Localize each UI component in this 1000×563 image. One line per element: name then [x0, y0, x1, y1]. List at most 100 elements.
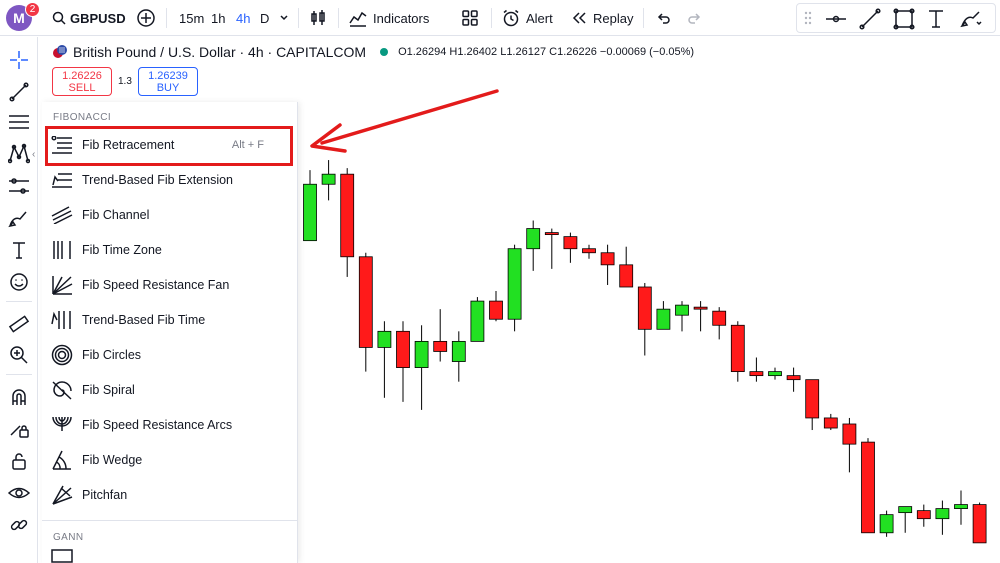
candle [340, 168, 355, 277]
fib-tools-icon[interactable] [6, 109, 32, 135]
link-icon[interactable] [6, 512, 32, 538]
candle [972, 502, 987, 544]
forecasting-tool-icon[interactable] [6, 173, 32, 199]
notification-badge: 2 [25, 2, 40, 17]
candle [637, 282, 652, 356]
sell-button[interactable]: 1.26226 SELL [52, 67, 112, 96]
ruler-icon[interactable] [6, 311, 32, 337]
menu-item-fib-speed-resistance-arcs[interactable]: Fib Speed Resistance Arcs [48, 408, 292, 442]
menu-item-trend-based-fib-extension[interactable]: Trend-Based Fib Extension [48, 163, 292, 197]
zoom-in-icon[interactable] [6, 342, 32, 368]
candle [507, 244, 522, 332]
annotation-arrow [310, 89, 499, 153]
fib-channel-icon [51, 204, 73, 226]
symbol-search-button[interactable]: GBPUSD [52, 0, 126, 36]
candle-body-down [544, 232, 559, 236]
trend-line-icon[interactable] [859, 8, 881, 35]
undo-button[interactable] [655, 0, 671, 36]
symbol-title[interactable]: British Pound / U.S. Dollar · 4h · CAPIT… [73, 44, 366, 60]
candle-body-up [507, 248, 522, 320]
candle-body-up [656, 308, 671, 330]
candle [693, 301, 708, 332]
flag-icon [53, 45, 67, 58]
price-chart[interactable] [298, 100, 1000, 563]
candle-body-down [916, 510, 931, 520]
buy-label: BUY [156, 81, 180, 94]
timeframe-15m[interactable]: 15m [179, 0, 204, 36]
candle-body-up [321, 173, 336, 185]
candle-body-down [805, 379, 820, 419]
compare-symbol-button[interactable] [136, 0, 156, 36]
menu-item-fib-spiral[interactable]: Fib Spiral [48, 373, 292, 407]
replay-button[interactable]: Replay [571, 0, 633, 36]
ohlc-values: O1.26294 H1.26402 L1.26127 C1.26226 −0.0… [398, 46, 695, 58]
text-tool-icon[interactable] [925, 8, 947, 35]
drawing-toolbar [796, 3, 996, 33]
menu-divider [42, 520, 298, 521]
market-status-dot [380, 48, 389, 56]
pitchfan-icon [51, 484, 73, 506]
candle-body-up [935, 508, 950, 520]
menu-item-fib-time-zone[interactable]: Fib Time Zone [48, 233, 292, 267]
candle [358, 252, 373, 372]
candle-body-down [582, 248, 596, 254]
lock-icon[interactable] [6, 448, 32, 474]
hotkey-hint: Alt + F [231, 139, 264, 151]
crosshair-icon[interactable] [6, 47, 32, 73]
magnet-icon[interactable] [6, 384, 32, 410]
candle [582, 244, 596, 259]
menu-item-fib-speed-resistance-fan[interactable]: Fib Speed Resistance Fan [48, 268, 292, 302]
menu-item-label: Fib Speed Resistance Arcs [82, 418, 233, 432]
trend-line-tool-icon[interactable] [6, 79, 32, 105]
candle-body-up [470, 300, 485, 342]
buy-button[interactable]: 1.26239 BUY [138, 67, 198, 96]
timeframe-dropdown[interactable] [279, 0, 289, 36]
text-icon[interactable] [6, 237, 32, 263]
layouts-button[interactable] [462, 0, 478, 36]
fib-circles-icon [51, 344, 73, 366]
chart-type-button[interactable] [309, 0, 327, 36]
candle [842, 417, 857, 473]
candle [768, 367, 782, 380]
eye-icon[interactable] [6, 480, 32, 506]
timeframe-1h[interactable]: 1h [211, 0, 225, 36]
pattern-tool-icon[interactable] [6, 141, 32, 167]
drag-handle-icon[interactable] [803, 10, 813, 31]
menu-item-gann-partial[interactable] [48, 548, 292, 563]
menu-item-fib-circles[interactable]: Fib Circles [48, 338, 292, 372]
fib-retracement-icon [51, 134, 73, 156]
fib-spiral-icon [51, 379, 73, 401]
avatar-letter: M [13, 10, 25, 26]
timeframe-4h[interactable]: 4h [236, 0, 250, 36]
buy-price: 1.26239 [148, 69, 188, 82]
menu-item-label: Fib Channel [82, 208, 150, 222]
indicators-button[interactable]: Indicators [349, 0, 429, 36]
alert-button[interactable]: Alert [502, 0, 553, 36]
candle [321, 160, 336, 201]
menu-item-label: Pitchfan [82, 488, 128, 502]
plus-circle-icon [137, 9, 155, 27]
chart-legend: British Pound / U.S. Dollar · 4h · CAPIT… [52, 44, 694, 60]
indicators-icon [349, 11, 367, 27]
menu-item-pitchfan[interactable]: Pitchfan [48, 478, 292, 512]
candle [544, 228, 559, 269]
rectangle-icon[interactable] [893, 8, 915, 35]
horizontal-ray-icon[interactable] [825, 8, 847, 35]
candle [805, 379, 820, 431]
chevron-left-icon[interactable]: ‹ [32, 149, 42, 165]
candle-body-down [712, 310, 727, 326]
menu-item-fib-wedge[interactable]: Fib Wedge [48, 443, 292, 477]
undo-icon [657, 13, 670, 24]
menu-item-fib-channel[interactable]: Fib Channel [48, 198, 292, 232]
candle [377, 321, 392, 398]
search-icon [52, 11, 66, 25]
section-header-gann: GANN [53, 532, 84, 543]
redo-button[interactable] [687, 0, 703, 36]
timeframe-d[interactable]: D [260, 0, 269, 36]
emoji-icon[interactable] [6, 269, 32, 295]
lock-drawing-icon[interactable] [6, 416, 32, 442]
menu-item-fib-retracement[interactable]: Fib Retracement Alt + F [48, 128, 292, 162]
brush-icon[interactable] [959, 8, 983, 35]
brush-tool-icon[interactable] [6, 205, 32, 231]
menu-item-trend-based-fib-time[interactable]: Trend-Based Fib Time [48, 303, 292, 337]
